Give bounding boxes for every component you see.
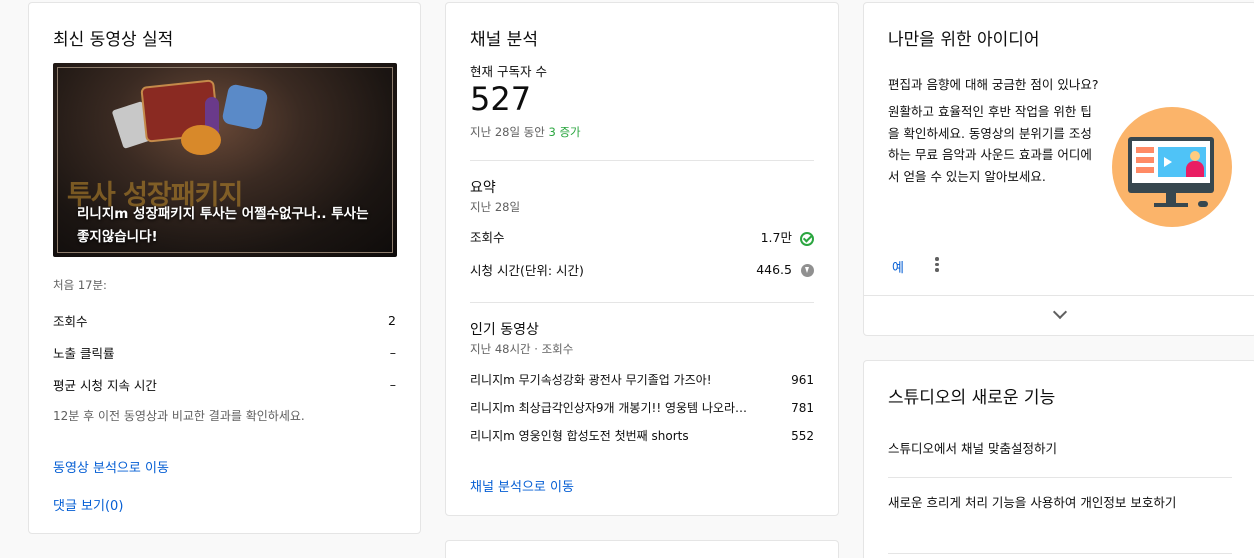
top-videos-title: 인기 동영상	[470, 322, 539, 338]
divider	[888, 477, 1232, 478]
stat-row: 평균 시청 지속 시간 –	[53, 375, 396, 394]
top-video-views: 552	[791, 428, 814, 443]
card-title: 스튜디오의 새로운 기능	[888, 388, 1056, 408]
stat-label: 노출 클릭률	[53, 346, 115, 361]
summary-period: 지난 28일	[470, 200, 521, 214]
top-video-row[interactable]: 리니지m 최상급각인상자9개 개봉기!! 영웅템 나오라… 781	[470, 399, 814, 416]
metric-label: 조회수	[470, 230, 505, 245]
view-comments-link[interactable]: 댓글 보기(0)	[53, 495, 123, 514]
divider	[470, 302, 814, 303]
check-circle-icon	[800, 231, 814, 246]
subscriber-change: 지난 28일 동안 3 증가	[470, 124, 581, 140]
stat-value: –	[389, 345, 396, 360]
top-video-views: 781	[791, 400, 814, 415]
feature-item[interactable]: 새로운 흐리게 처리 기능을 사용하여 개인정보 보호하기	[888, 493, 1208, 513]
metric-label: 시청 시간(단위: 시간)	[470, 263, 584, 278]
subscribers-label: 현재 구독자 수	[470, 64, 547, 79]
stat-value: –	[389, 377, 396, 392]
top-video-row[interactable]: 리니지m 무기속성강화 광전사 무기졸업 가즈아! 961	[470, 371, 814, 388]
subscriber-count: 527	[470, 80, 532, 118]
next-card	[445, 540, 839, 558]
metric-value: 446.5	[756, 262, 792, 277]
more-vert-icon[interactable]	[934, 256, 940, 272]
top-video-title[interactable]: 리니지m 영웅인형 합성도전 첫번째 shorts	[470, 427, 689, 444]
latest-video-card: 최신 동영상 실적 투사 성장패키지 리니지m 성장패키지 투사는 어쩔수없구나…	[28, 2, 421, 534]
yes-button[interactable]: 예	[892, 257, 904, 276]
divider	[470, 160, 814, 161]
top-video-row[interactable]: 리니지m 영웅인형 합성도전 첫번째 shorts 552	[470, 427, 814, 444]
video-thumbnail[interactable]: 투사 성장패키지 리니지m 성장패키지 투사는 어쩔수없구나.. 투사는 좋지않…	[53, 63, 397, 257]
arrow-down-circle-icon	[801, 264, 814, 277]
change-value: 3 증가	[548, 125, 581, 139]
top-video-title[interactable]: 리니지m 최상급각인상자9개 개봉기!! 영웅템 나오라…	[470, 399, 747, 416]
stat-row: 노출 클릭률 –	[53, 343, 396, 362]
divider	[864, 295, 1254, 296]
channel-analytics-card: 채널 분석 현재 구독자 수 527 지난 28일 동안 3 증가 요약 지난 …	[445, 2, 839, 516]
summary-title: 요약	[470, 180, 496, 196]
monitor-illustration-icon	[1112, 107, 1232, 227]
studio-new-features-card: 스튜디오의 새로운 기능 스튜디오에서 채널 맞춤설정하기 새로운 흐리게 처리…	[863, 360, 1254, 558]
metric-value: 1.7만	[760, 230, 792, 245]
chevron-down-icon[interactable]	[1052, 304, 1068, 320]
video-analytics-link[interactable]: 동영상 분석으로 이동	[53, 457, 169, 476]
stat-label: 평균 시청 지속 시간	[53, 378, 157, 393]
top-videos-period: 지난 48시간 · 조회수	[470, 342, 574, 356]
feature-item[interactable]: 스튜디오에서 채널 맞춤설정하기	[888, 438, 1057, 457]
idea-question: 편집과 음향에 대해 궁금한 점이 있나요?	[888, 77, 1099, 92]
divider	[888, 553, 1232, 554]
stat-label: 조회수	[53, 314, 88, 329]
stat-value: 2	[388, 313, 396, 328]
metric-row-watch-time: 시청 시간(단위: 시간) 446.5	[470, 260, 814, 279]
metric-row-views: 조회수 1.7만	[470, 227, 814, 246]
card-title: 채널 분석	[470, 30, 538, 50]
change-prefix: 지난 28일 동안	[470, 125, 549, 139]
card-title: 최신 동영상 실적	[53, 30, 174, 50]
ideas-card: 나만을 위한 아이디어 편집과 음향에 대해 궁금한 점이 있나요? 원활하고 …	[863, 2, 1254, 336]
card-title: 나만을 위한 아이디어	[888, 30, 1040, 50]
video-caption: 리니지m 성장패키지 투사는 어쩔수없구나.. 투사는 좋지않습니다!	[77, 206, 369, 245]
period-label: 처음 17분:	[53, 278, 107, 292]
top-video-title[interactable]: 리니지m 무기속성강화 광전사 무기졸업 가즈아!	[470, 371, 712, 388]
top-video-views: 961	[791, 372, 814, 387]
channel-analytics-link[interactable]: 채널 분석으로 이동	[470, 476, 574, 495]
idea-body: 원활하고 효율적인 후반 작업을 위한 팁을 확인하세요. 동영상의 분위기를 …	[888, 104, 1092, 184]
stat-row: 조회수 2	[53, 311, 396, 330]
comparison-note: 12분 후 이전 동영상과 비교한 결과를 확인하세요.	[53, 409, 305, 423]
